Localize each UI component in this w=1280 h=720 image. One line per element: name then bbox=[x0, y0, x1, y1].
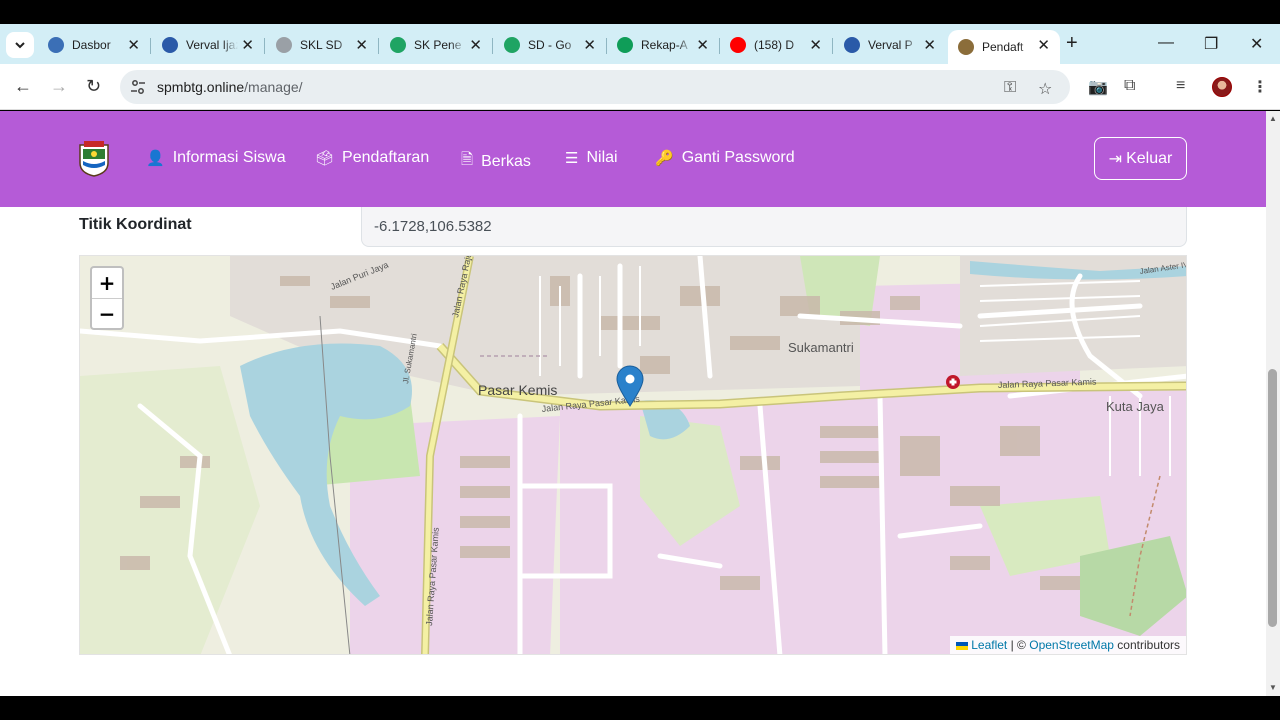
profile-avatar[interactable] bbox=[1212, 77, 1232, 97]
logout-button[interactable]: ⇥ Keluar bbox=[1094, 137, 1187, 180]
tab-favicon-icon bbox=[48, 37, 64, 53]
tab-close-icon[interactable]: ✕ bbox=[696, 36, 709, 54]
site-info-icon[interactable] bbox=[130, 79, 146, 95]
tab-label: Verval Ijazah bbox=[186, 38, 238, 52]
nav-item[interactable]: ☰ Nilai bbox=[565, 149, 618, 167]
reload-button[interactable]: ↻ bbox=[86, 76, 101, 97]
nav-item-label: Pendaftaran bbox=[342, 149, 430, 166]
leaflet-map[interactable]: Jalan Puri Jaya Jalan Raya Rajeg Jalan A… bbox=[79, 255, 1187, 655]
file-icon: 🗎 bbox=[461, 151, 474, 168]
new-tab-button[interactable]: + bbox=[1066, 32, 1078, 55]
map-label-pasar-kemis: Pasar Kemis bbox=[478, 382, 557, 398]
browser-tab[interactable]: (158) D ✕ bbox=[720, 30, 833, 60]
browser-tab[interactable]: Verval P ✕ bbox=[834, 30, 946, 60]
tab-label: Verval P bbox=[868, 38, 913, 52]
ukraine-flag-icon bbox=[956, 641, 969, 650]
extensions-icon[interactable]: ⧉ bbox=[1124, 77, 1135, 95]
scroll-up-icon[interactable]: ▲ bbox=[1269, 114, 1277, 123]
browser-tab[interactable]: SD - Go ✕ bbox=[494, 30, 607, 60]
tab-favicon-icon bbox=[958, 39, 974, 55]
tab-close-icon[interactable]: ✕ bbox=[583, 36, 596, 54]
coord-label: Titik Koordinat bbox=[79, 216, 192, 233]
tab-favicon-icon bbox=[844, 37, 860, 53]
nav-item[interactable]: 🗎 Berkas bbox=[461, 149, 531, 174]
list-ol-icon: ☰ bbox=[565, 150, 579, 167]
tab-strip: Dasbor✕Verval Ijazah✕SKL SD✕SK Pene✕SD -… bbox=[0, 24, 1280, 64]
tab-favicon-icon bbox=[390, 37, 406, 53]
zoom-in-button[interactable]: + bbox=[92, 268, 122, 298]
map-label-sukamantri: Sukamantri bbox=[788, 340, 854, 355]
tab-search-button[interactable] bbox=[6, 32, 34, 58]
tab-favicon-icon bbox=[730, 37, 746, 53]
coord-input[interactable] bbox=[361, 207, 1187, 247]
site-navbar: 👤 Informasi Siswa 🗳 Pendaftaran 🗎 Berkas ☰ Nila… bbox=[0, 111, 1266, 207]
hospital-icon bbox=[946, 375, 960, 389]
minimize-button[interactable]: — bbox=[1158, 34, 1174, 52]
tab-label: Dasbor bbox=[72, 38, 111, 52]
scroll-down-icon[interactable]: ▼ bbox=[1269, 683, 1277, 692]
tab-close-icon[interactable]: ✕ bbox=[809, 36, 822, 54]
browser-tab[interactable]: Verval Ijazah✕ bbox=[152, 30, 265, 60]
scroll-thumb[interactable] bbox=[1268, 369, 1277, 627]
tab-label: Pendaft bbox=[982, 40, 1024, 54]
inbox-check-icon: 🗳 bbox=[315, 150, 335, 167]
tab-label: Rekap-A bbox=[641, 38, 688, 52]
address-bar[interactable]: spmbtg.online/manage/ ⚿ ☆ bbox=[120, 70, 1070, 104]
browser-tab[interactable]: Pendaft ✕ bbox=[948, 30, 1060, 64]
browser-toolbar: ← → ↻ spmbtg.online/manage/ ⚿ ☆ 📷 ⧉ ≡ ⋮ bbox=[0, 64, 1280, 110]
nav-item[interactable]: 🗳 Pendaftaran bbox=[315, 149, 429, 167]
chevron-down-icon bbox=[15, 42, 25, 49]
password-key-icon[interactable]: ⚿ bbox=[1004, 79, 1016, 97]
nav-item[interactable]: 🔑 Ganti Password bbox=[655, 149, 795, 167]
close-window-button[interactable]: ✕ bbox=[1250, 34, 1263, 54]
zoom-control: + − bbox=[90, 266, 124, 330]
nav-item-label: Nilai bbox=[586, 149, 618, 166]
tab-favicon-icon bbox=[276, 37, 292, 53]
tab-favicon-icon bbox=[162, 37, 178, 53]
nav-item-label: Berkas bbox=[481, 152, 531, 170]
back-button[interactable]: ← bbox=[14, 76, 32, 97]
browser-tab[interactable]: SKL SD ✕ bbox=[266, 30, 379, 60]
web-page: 👤 Informasi Siswa 🗳 Pendaftaran 🗎 Berkas ☰ Nila… bbox=[0, 111, 1266, 696]
url-text[interactable]: spmbtg.online/manage/ bbox=[157, 79, 303, 95]
tab-favicon-icon bbox=[617, 37, 633, 53]
tab-label: SD - Go bbox=[528, 38, 572, 52]
tab-label: SKL SD bbox=[300, 38, 343, 52]
tab-close-icon[interactable]: ✕ bbox=[241, 36, 254, 54]
tab-label: (158) D bbox=[754, 38, 795, 52]
tab-close-icon[interactable]: ✕ bbox=[355, 36, 368, 54]
forward-button[interactable]: → bbox=[50, 76, 68, 97]
restore-button[interactable]: ❐ bbox=[1204, 34, 1218, 54]
map-tiles[interactable]: Jalan Puri Jaya Jalan Raya Rajeg Jalan A… bbox=[80, 256, 1187, 655]
browser-tab[interactable]: SK Pene ✕ bbox=[380, 30, 493, 60]
nav-item[interactable]: 👤 Informasi Siswa bbox=[146, 149, 286, 167]
leaflet-link[interactable]: Leaflet bbox=[971, 638, 1007, 652]
tab-close-icon[interactable]: ✕ bbox=[127, 36, 140, 54]
tangerang-logo[interactable] bbox=[78, 139, 110, 177]
map-attribution: Leaflet | © OpenStreetMap contributors bbox=[950, 636, 1186, 654]
browser-tab[interactable]: Dasbor ✕ bbox=[38, 30, 151, 60]
tab-close-icon[interactable]: ✕ bbox=[923, 36, 936, 54]
camera-icon[interactable]: 📷 bbox=[1088, 77, 1108, 97]
key-icon: 🔑 bbox=[655, 150, 674, 167]
menu-kebab-icon[interactable]: ⋮ bbox=[1252, 77, 1268, 97]
osm-link[interactable]: OpenStreetMap bbox=[1029, 638, 1114, 652]
browser-tab[interactable]: Rekap-A ✕ bbox=[607, 30, 720, 60]
tab-close-icon[interactable]: ✕ bbox=[1037, 36, 1050, 54]
map-label-kuta-jaya: Kuta Jaya bbox=[1106, 399, 1165, 414]
zoom-out-button[interactable]: − bbox=[92, 298, 122, 328]
bookmark-star-icon[interactable]: ☆ bbox=[1038, 79, 1052, 99]
media-control-icon[interactable]: ≡ bbox=[1176, 77, 1185, 95]
tab-label: SK Pene bbox=[414, 38, 462, 52]
page-scrollbar[interactable]: ▲ ▼ bbox=[1266, 111, 1280, 696]
tab-close-icon[interactable]: ✕ bbox=[469, 36, 482, 54]
user-icon: 👤 bbox=[146, 150, 165, 167]
tab-favicon-icon bbox=[504, 37, 520, 53]
nav-item-label: Ganti Password bbox=[681, 149, 795, 166]
nav-item-label: Informasi Siswa bbox=[172, 149, 286, 166]
sign-out-icon: ⇥ bbox=[1108, 150, 1123, 168]
